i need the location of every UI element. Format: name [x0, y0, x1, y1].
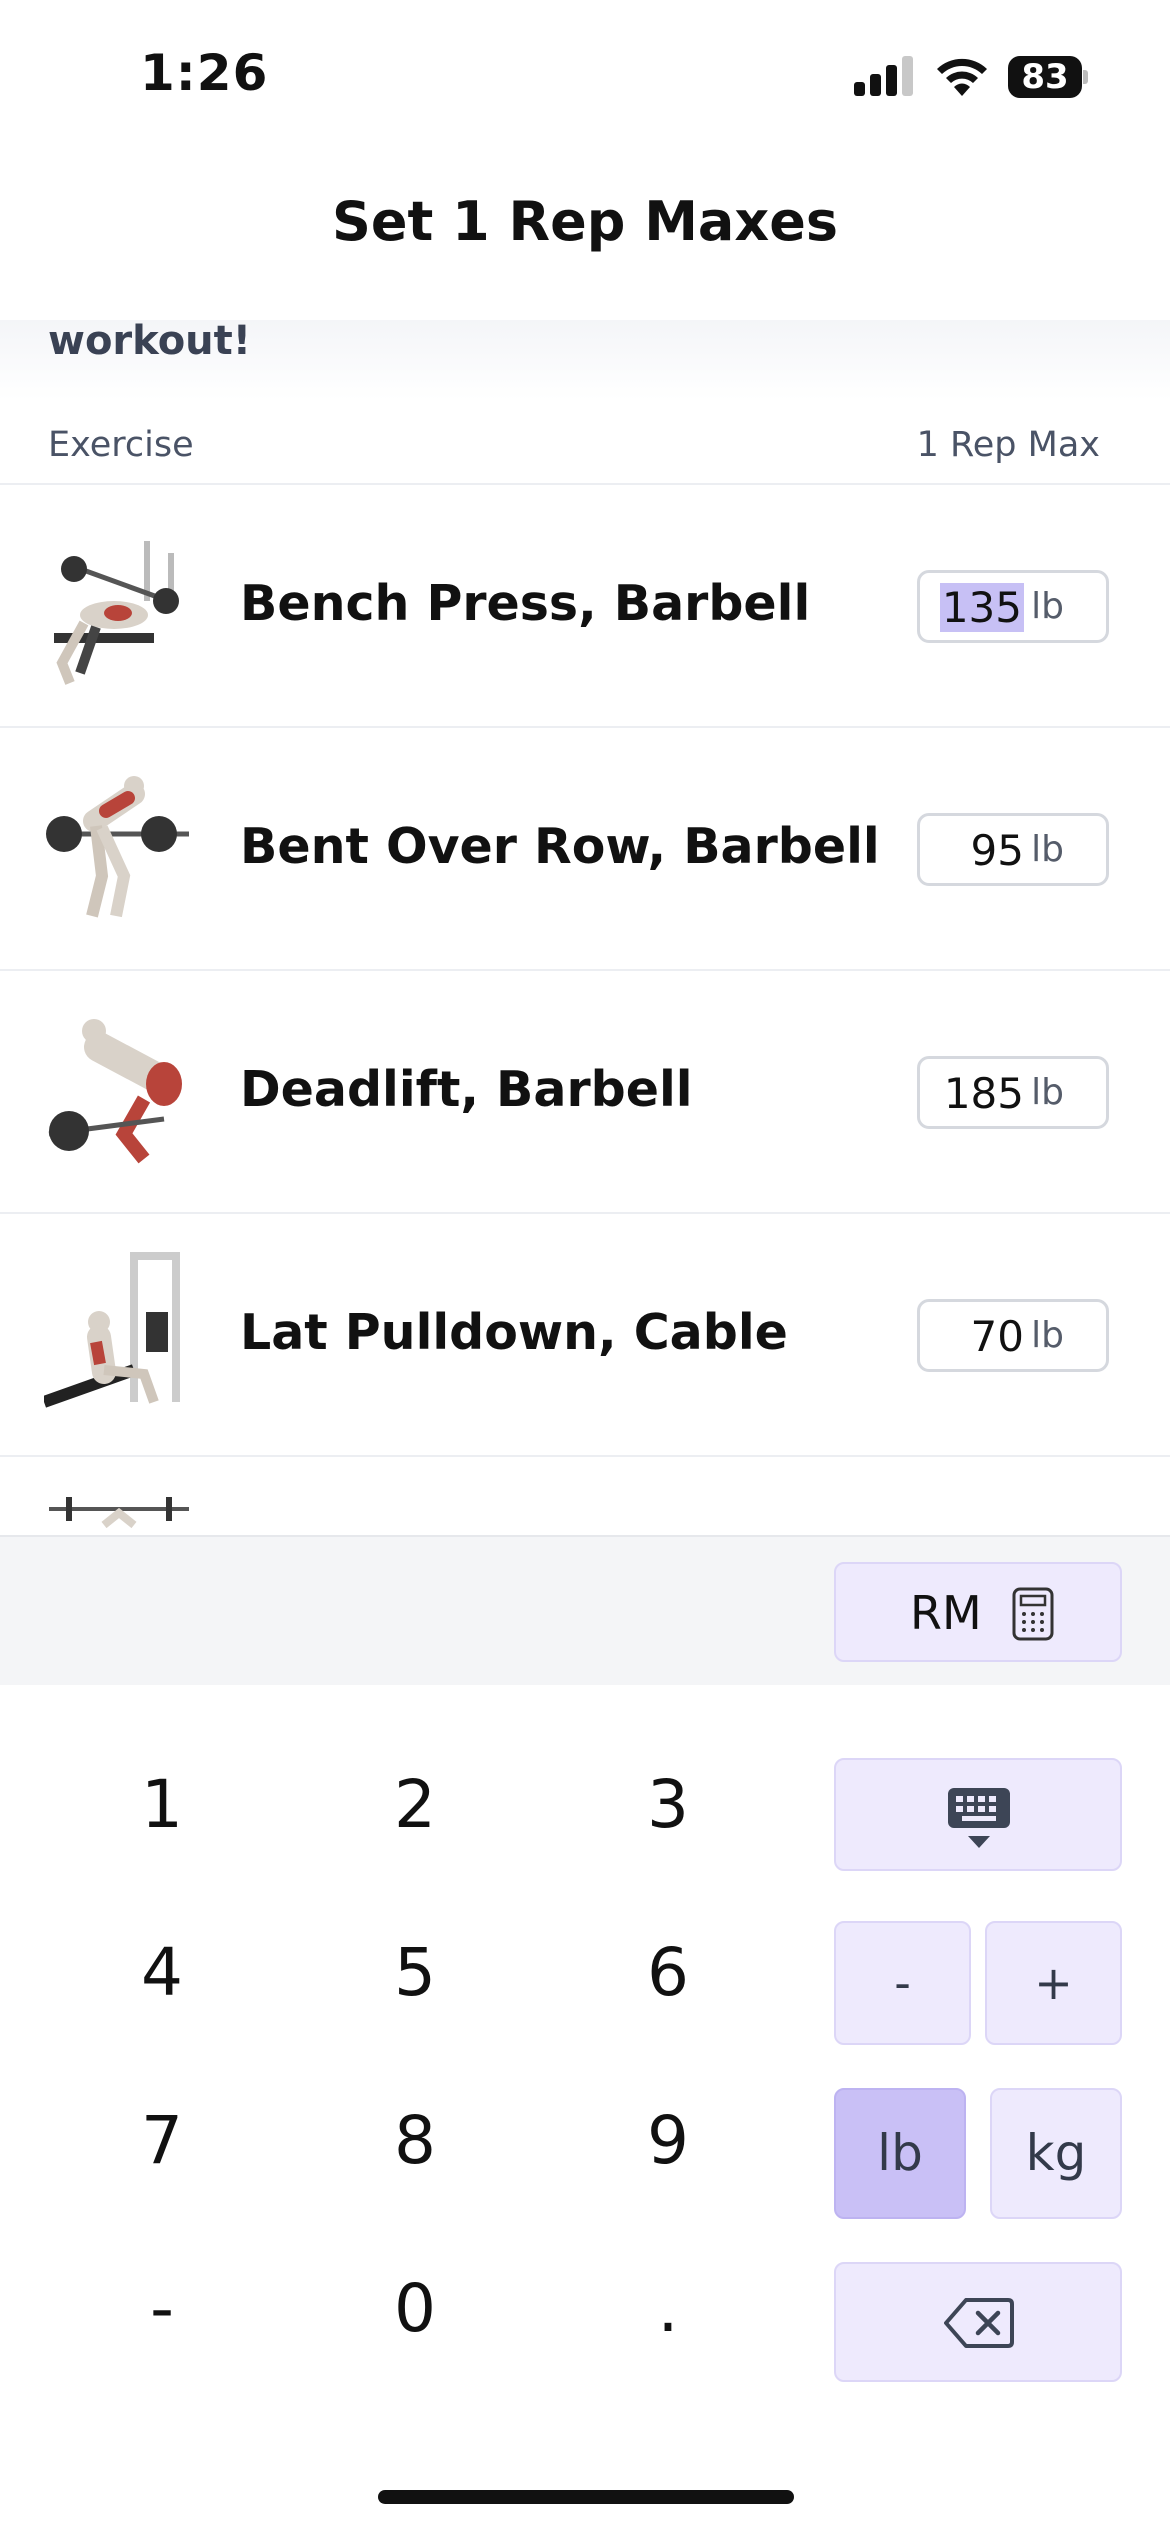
one-rep-max-input[interactable]: 185 lb — [917, 1056, 1109, 1129]
key-0[interactable]: 0 — [320, 2239, 510, 2379]
exercise-name: Bench Press, Barbell — [240, 575, 811, 632]
exercise-name: Lat Pulldown, Cable — [240, 1304, 788, 1361]
decrement-button[interactable]: - — [834, 1921, 971, 2045]
exercise-name: Bent Over Row, Barbell — [240, 818, 880, 875]
one-rep-max-value: 95 — [970, 826, 1024, 875]
unit-label: lb — [1031, 1315, 1064, 1356]
deadlift-illustration — [48, 1019, 182, 1164]
hide-keyboard-button[interactable] — [834, 1758, 1122, 1871]
one-rep-max-input[interactable]: 135 lb — [917, 570, 1109, 643]
backspace-icon — [944, 2298, 1014, 2348]
bent-over-row-illustration — [46, 776, 189, 918]
rm-calculator-button[interactable]: RM — [834, 1562, 1122, 1662]
page-title: Set 1 Rep Maxes — [332, 190, 838, 253]
overhead-press-illustration — [49, 1497, 189, 1529]
wifi-icon — [937, 58, 987, 96]
exercise-row[interactable]: Lat Pulldown, Cable 70 lb — [0, 1214, 1170, 1457]
key-9[interactable]: 9 — [573, 2071, 763, 2211]
exercise-name: Deadlift, Barbell — [240, 1061, 693, 1118]
key-3[interactable]: 3 — [573, 1735, 763, 1875]
unit-label: lb — [1031, 586, 1064, 627]
keyboard-toolbar: RM — [0, 1535, 1170, 1685]
battery-icon: 83 — [1008, 56, 1088, 98]
home-indicator[interactable] — [378, 2490, 794, 2504]
key-decimal[interactable]: . — [573, 2239, 763, 2379]
exercise-row[interactable]: Bench Press, Barbell 135 lb — [0, 485, 1170, 728]
rm-calculator-label: RM — [910, 1586, 982, 1640]
bench-press-illustration — [54, 541, 179, 685]
status-time: 1:26 — [140, 44, 269, 102]
one-rep-max-value: 185 — [943, 1069, 1024, 1118]
key-4[interactable]: 4 — [67, 1903, 257, 2043]
column-header-1rm: 1 Rep Max — [916, 425, 1100, 465]
keyboard-dismiss-icon — [948, 1788, 1010, 1848]
calculator-icon — [1012, 1587, 1054, 1641]
column-header-exercise: Exercise — [48, 425, 194, 465]
key-2[interactable]: 2 — [320, 1735, 510, 1875]
key-8[interactable]: 8 — [320, 2071, 510, 2211]
unit-kg-toggle[interactable]: kg — [990, 2088, 1122, 2219]
one-rep-max-input[interactable]: 95 lb — [917, 813, 1109, 886]
exercise-row-partial[interactable] — [0, 1455, 1170, 1535]
status-bar: 1:26 83 — [0, 0, 1170, 150]
one-rep-max-value: 70 — [970, 1312, 1024, 1361]
increment-button[interactable]: + — [985, 1921, 1122, 2045]
unit-label: lb — [1031, 829, 1064, 870]
cellular-signal-icon — [854, 56, 916, 96]
key-7[interactable]: 7 — [67, 2071, 257, 2211]
key-minus-sign[interactable]: - — [67, 2239, 257, 2379]
key-6[interactable]: 6 — [573, 1903, 763, 2043]
one-rep-max-value: 135 — [939, 583, 1024, 632]
lat-pulldown-illustration — [44, 1252, 180, 1408]
exercise-row[interactable]: Bent Over Row, Barbell 95 lb — [0, 728, 1170, 971]
key-5[interactable]: 5 — [320, 1903, 510, 2043]
unit-label: lb — [1031, 1072, 1064, 1113]
exercise-row[interactable]: Deadlift, Barbell 185 lb — [0, 971, 1170, 1214]
banner-text: workout! — [48, 318, 252, 364]
backspace-button[interactable] — [834, 2262, 1122, 2382]
one-rep-max-input[interactable]: 70 lb — [917, 1299, 1109, 1372]
battery-level: 83 — [1008, 56, 1082, 98]
unit-lb-toggle[interactable]: lb — [834, 2088, 966, 2219]
numeric-keypad: 1 2 3 4 5 6 7 8 9 - 0 . - + lb kg — [0, 1685, 1170, 2532]
key-1[interactable]: 1 — [67, 1735, 257, 1875]
